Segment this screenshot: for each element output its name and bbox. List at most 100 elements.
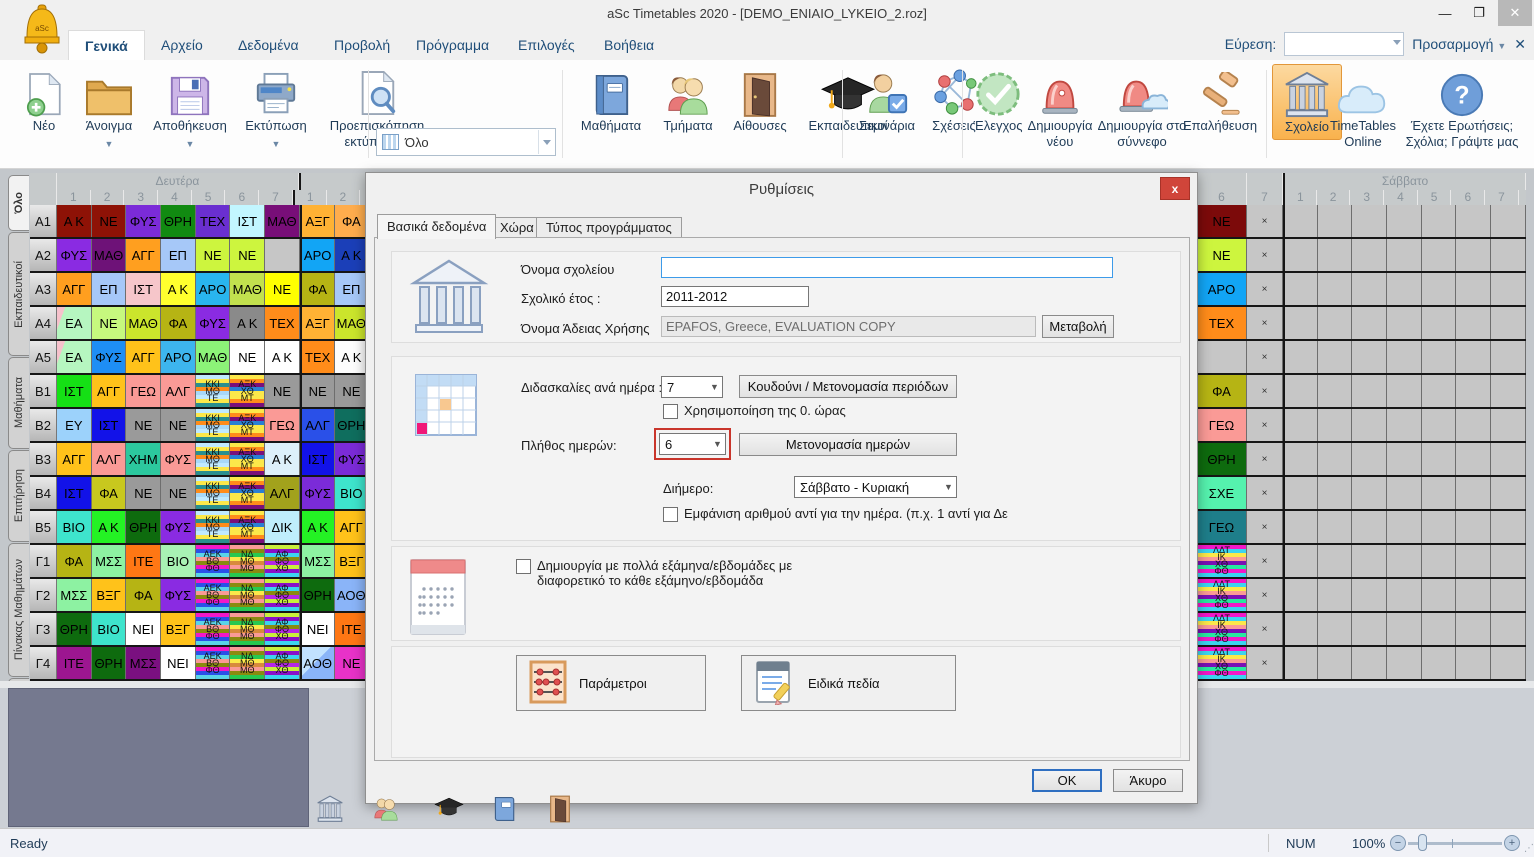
timetable-cell[interactable] <box>1352 205 1387 237</box>
row-header[interactable]: Α2 <box>30 239 57 271</box>
timetable-cell[interactable] <box>1491 273 1526 305</box>
timetable-cell[interactable]: ΑΞΚΧΘΜΤ <box>230 511 265 543</box>
timetable-cell[interactable]: ΝΕ <box>265 375 300 407</box>
timetable-cell[interactable] <box>1491 375 1526 407</box>
timetable-cell[interactable] <box>1352 443 1387 475</box>
tab-schedule[interactable]: Πρόγραμμα <box>400 30 505 60</box>
school-year-input[interactable]: 2011-2012 <box>661 286 809 307</box>
row-header[interactable]: Α3 <box>30 273 57 305</box>
timetable-cell[interactable]: ΕΠ <box>161 239 196 271</box>
timetable-cell[interactable]: Α Κ <box>230 307 265 339</box>
show-number-checkbox[interactable]: Εμφάνιση αριθμού αντί για την ημέρα. (π.… <box>663 506 1143 522</box>
row-header[interactable]: Γ1 <box>30 545 57 577</box>
timetable-cell[interactable]: ΙΣΤ <box>57 477 92 509</box>
timetable-cell[interactable] <box>1422 647 1457 679</box>
timetables-online-button[interactable]: TimeTables Online <box>1330 66 1396 150</box>
timetable-cell[interactable] <box>1352 341 1387 373</box>
side-tab-subject-table[interactable]: Πίνακας Μαθημάτων <box>8 543 29 677</box>
timetable-cell[interactable] <box>1318 443 1353 475</box>
timetable-cell[interactable]: Α Κ <box>265 341 300 373</box>
timetable-cell[interactable] <box>1283 647 1318 679</box>
dialog-tab-basic-data[interactable]: Βασικά δεδομένα <box>377 214 496 239</box>
timetable-cell[interactable]: ΑΡΟ <box>300 239 335 271</box>
timetable-cell[interactable] <box>1491 511 1526 543</box>
row-header[interactable]: Γ3 <box>30 613 57 645</box>
timetable-cell[interactable] <box>1352 307 1387 339</box>
timetable-cell[interactable] <box>1352 375 1387 407</box>
timetable-cell[interactable]: ΘΡΗ <box>335 409 366 441</box>
timetable-cell[interactable] <box>1283 307 1318 339</box>
zoom-in-button[interactable]: + <box>1504 835 1520 851</box>
timetable-cell[interactable]: ΝΕ <box>126 477 161 509</box>
timetable-cell[interactable]: ΚΚΙΜΘΤΕ <box>196 443 231 475</box>
timetable-cell[interactable]: ΝΕ <box>161 477 196 509</box>
change-license-button[interactable]: Μεταβολή <box>1042 315 1114 338</box>
timetable-cell[interactable]: ΕΑ <box>57 341 92 373</box>
bell-rename-periods-button[interactable]: Κουδούνι / Μετονομασία περιόδων <box>739 375 957 398</box>
timetable-cell[interactable]: ΘΡΗ <box>92 647 127 679</box>
timetable-cell[interactable] <box>1387 205 1422 237</box>
row-header[interactable]: Β3 <box>30 443 57 475</box>
timetable-cell[interactable]: ΚΚΙΜΘΤΕ <box>196 375 231 407</box>
timetable-cell[interactable] <box>1387 613 1422 645</box>
timetable-cell[interactable]: ΑΞΚΧΘΜΤ <box>230 375 265 407</box>
timetable-cell[interactable]: ΜΑΘ <box>92 239 127 271</box>
timetable-cell[interactable] <box>265 239 300 271</box>
timetable-cell[interactable]: ΙΣΤ <box>300 443 335 475</box>
timetable-cell[interactable]: ΝΕ <box>230 239 265 271</box>
timetable-cell[interactable]: ΙΣΤ <box>92 409 127 441</box>
timetable-cell[interactable] <box>1422 443 1457 475</box>
view-dropdown-icon[interactable] <box>538 130 555 154</box>
timetable-cell[interactable]: × <box>1247 205 1283 237</box>
timetable-cell[interactable]: ΑΦΦΘΧΘ <box>265 647 300 679</box>
mini-school-bank-icon[interactable] <box>316 795 344 823</box>
timetable-cell[interactable]: ΑΛΓ <box>265 477 300 509</box>
timetable-cell[interactable]: × <box>1247 375 1283 407</box>
timetable-cell[interactable] <box>1491 647 1526 679</box>
timetable-cell[interactable] <box>1387 511 1422 543</box>
timetable-cell[interactable]: ΝΕΙ <box>300 613 335 645</box>
timetable-cell[interactable] <box>1318 273 1353 305</box>
timetable-cell[interactable] <box>1387 375 1422 407</box>
timetable-cell[interactable] <box>1387 477 1422 509</box>
timetable-cell[interactable] <box>1352 647 1387 679</box>
timetable-cell[interactable] <box>1283 579 1318 611</box>
timetable-cell[interactable]: ΙΣΤ <box>230 205 265 237</box>
zero-hour-checkbox[interactable]: Χρησιμοποίηση της 0. ώρας <box>663 403 846 419</box>
timetable-cell[interactable]: ΕΠ <box>335 273 366 305</box>
timetable-cell[interactable] <box>1318 409 1353 441</box>
timetable-cell[interactable] <box>1283 545 1318 577</box>
new-button[interactable]: Νέο <box>22 66 66 134</box>
timetable-cell[interactable] <box>1318 239 1353 271</box>
timetable-cell[interactable]: × <box>1247 443 1283 475</box>
timetable-cell[interactable]: Α Κ <box>265 443 300 475</box>
timetable-cell[interactable]: ΦΑ <box>335 205 366 237</box>
timetable-cell[interactable]: ΝΕ <box>335 647 366 679</box>
timetable-cell[interactable] <box>1456 579 1491 611</box>
timetable-cell[interactable]: ΝΕΙ <box>126 613 161 645</box>
timetable-cell[interactable]: ΛΔΤΙΚΧΘΦΘ <box>1197 613 1247 645</box>
timetable-cell[interactable]: × <box>1247 545 1283 577</box>
timetable-cell[interactable]: Α Κ <box>300 511 335 543</box>
timetable-cell[interactable]: ΑΞΚΧΘΜΤ <box>230 409 265 441</box>
timetable-cell[interactable]: ΑΦΦΘΧΘ <box>265 613 300 645</box>
timetable-cell[interactable]: × <box>1247 239 1283 271</box>
side-tab-teachers[interactable]: Εκπαιδευτικοί <box>8 232 29 356</box>
timetable-cell[interactable]: ΜΑΘ <box>230 273 265 305</box>
timetable-cell[interactable]: ΛΔΤΙΚΧΘΦΘ <box>1197 579 1247 611</box>
row-header[interactable]: Β5 <box>30 511 57 543</box>
timetable-cell[interactable] <box>1352 273 1387 305</box>
view-selector[interactable]: Όλο <box>376 128 556 156</box>
timetable-cell[interactable]: ΦΑ <box>92 477 127 509</box>
timetable-cell[interactable]: ΑΟΘ <box>300 647 335 679</box>
timetable-cell[interactable]: ΝΕ <box>1197 205 1247 237</box>
timetable-cell[interactable]: ΙΣΤ <box>57 375 92 407</box>
timetable-cell[interactable]: ΜΑΘ <box>335 307 366 339</box>
timetable-cell[interactable]: ΑΓΓ <box>126 341 161 373</box>
timetable-cell[interactable] <box>1318 205 1353 237</box>
timetable-cell[interactable] <box>1352 239 1387 271</box>
timetable-cell[interactable] <box>1318 511 1353 543</box>
school-name-input[interactable] <box>661 257 1113 278</box>
timetable-cell[interactable]: ΑΞΓ <box>300 205 335 237</box>
timetable-cell[interactable]: ΝΕ <box>335 375 366 407</box>
